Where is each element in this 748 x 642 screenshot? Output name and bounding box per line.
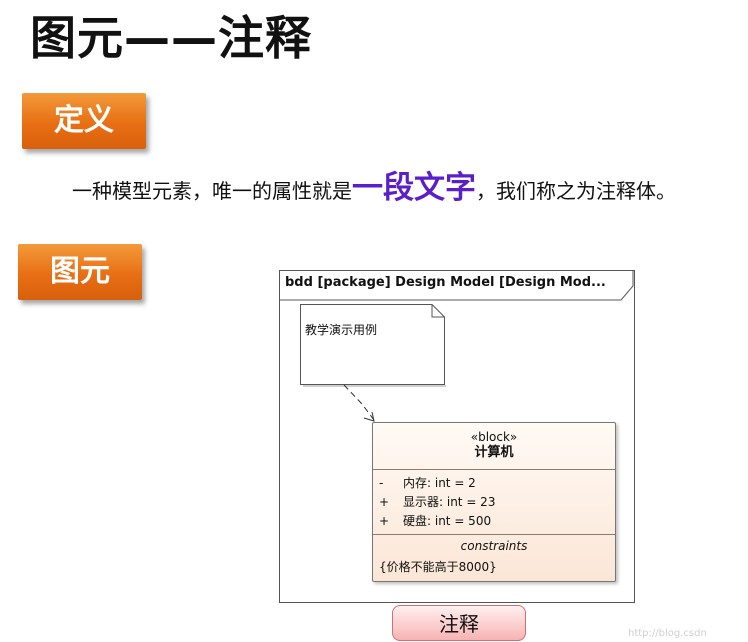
block-element: «block» 计算机 - 内存: int = 2 + 显示器: int = 23 … [372,422,616,582]
definition-text-after: ，我们称之为注释体。 [476,179,676,203]
attribute-row: + 硬盘: int = 500 [379,512,495,531]
note-anchor-line [343,384,375,422]
attribute-visibility: - [379,476,384,490]
caption-label: 注释 [392,605,526,641]
block-header: «block» 计算机 [373,429,615,461]
definition-highlight: 一段文字 [352,170,476,206]
attribute-text: 硬盘: int = 500 [403,514,492,528]
constraint-text: {价格不能高于8000} [379,560,497,574]
attribute-text: 内存: int = 2 [403,476,476,490]
attribute-row: - 内存: int = 2 [379,474,495,493]
block-attributes: - 内存: int = 2 + 显示器: int = 23 + 硬盘: int = 5… [379,474,495,531]
watermark: http://blog.csdn [628,628,707,639]
attribute-text: 显示器: int = 23 [403,495,496,509]
block-name: 计算机 [474,445,514,460]
definition-text: 一种模型元素，唯一的属性就是一段文字，我们称之为注释体。 [72,166,676,210]
attribute-visibility: + [379,495,390,509]
block-separator [373,469,615,470]
block-stereotype: «block» [470,430,518,444]
constraints-title: constraints [460,539,528,553]
attribute-row: + 显示器: int = 23 [379,493,495,512]
definition-text-before: 一种模型元素，唯一的属性就是 [72,179,352,203]
frame-label: bdd [package] Design Model [Design Mod..… [285,275,605,290]
constraints-separator [373,534,615,535]
definition-tag: 定义 [22,93,146,149]
page-title: 图元——注释 [30,11,312,65]
attribute-visibility: + [379,514,390,528]
note-shape [300,304,446,387]
note-text: 教学演示用例 [305,323,378,337]
element-tag: 图元 [18,244,142,300]
